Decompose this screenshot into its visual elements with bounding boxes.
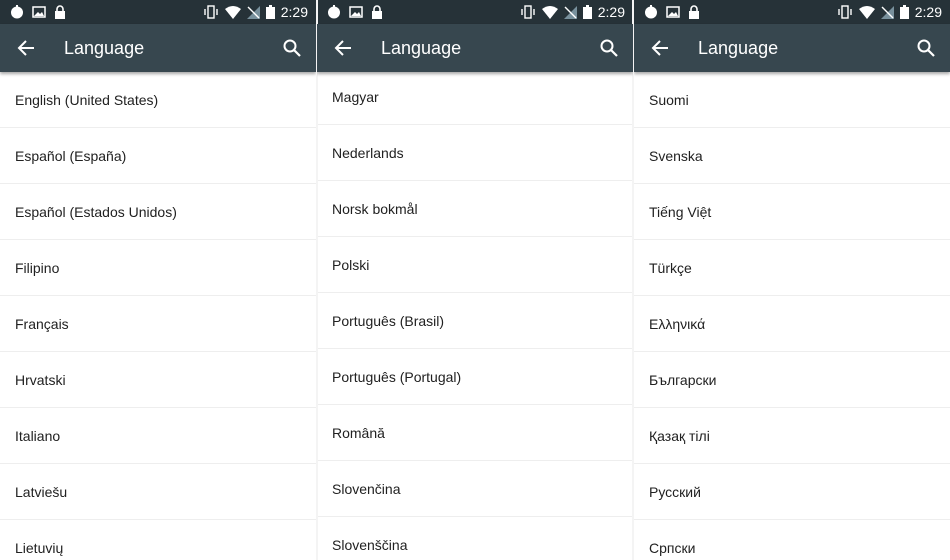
language-item[interactable]: Italiano <box>0 408 316 464</box>
back-button[interactable] <box>319 24 367 72</box>
language-panel-2: 2:29 Language Magyar Nederlands Norsk bo… <box>317 0 633 560</box>
language-item[interactable]: Қазақ тілі <box>634 408 950 464</box>
language-item[interactable]: English (United States) <box>0 72 316 128</box>
image-icon <box>349 5 363 19</box>
status-time: 2:29 <box>914 4 942 20</box>
language-item[interactable]: Norsk bokmål <box>317 181 633 237</box>
language-item[interactable]: Română <box>317 405 633 461</box>
language-list: English (United States) Español (España)… <box>0 72 316 560</box>
status-bar: 2:29 <box>0 0 316 24</box>
notification-blob-icon <box>10 5 24 19</box>
toolbar: Language <box>317 24 633 72</box>
toolbar: Language <box>634 24 950 72</box>
lock-icon <box>54 5 66 19</box>
page-title: Language <box>698 37 779 58</box>
language-item[interactable]: Ελληνικά <box>634 296 950 352</box>
page-title: Language <box>381 37 462 58</box>
language-item[interactable]: Български <box>634 352 950 408</box>
language-item[interactable]: Svenska <box>634 128 950 184</box>
battery-icon <box>899 5 909 19</box>
language-list: Suomi Svenska Tiếng Việt Türkçe Ελληνικά… <box>634 72 950 560</box>
panel-divider <box>316 0 318 560</box>
toolbar: Language <box>0 24 316 72</box>
language-item[interactable]: Lietuvių <box>0 520 316 560</box>
vibrate-icon <box>837 5 853 19</box>
battery-icon <box>265 5 275 19</box>
arrow-back-icon <box>17 40 34 56</box>
language-item[interactable]: Filipino <box>0 240 316 296</box>
search-icon <box>600 39 618 57</box>
language-panel-3: 2:29 Language Suomi Svenska Tiếng Việt T… <box>634 0 950 560</box>
lock-icon <box>371 5 383 19</box>
search-button[interactable] <box>902 24 950 72</box>
image-icon <box>32 5 46 19</box>
language-list: Magyar Nederlands Norsk bokmål Polski Po… <box>317 69 633 560</box>
status-time: 2:29 <box>597 4 625 20</box>
vibrate-icon <box>520 5 536 19</box>
wifi-icon <box>858 5 875 19</box>
language-item[interactable]: Hrvatski <box>0 352 316 408</box>
language-item[interactable]: Latviešu <box>0 464 316 520</box>
language-item[interactable]: Türkçe <box>634 240 950 296</box>
search-icon <box>283 39 301 57</box>
panel-divider <box>632 0 634 560</box>
language-item[interactable]: Polski <box>317 237 633 293</box>
status-bar: 2:29 <box>317 0 633 24</box>
search-button[interactable] <box>585 24 633 72</box>
no-sim-icon <box>880 5 894 19</box>
language-item[interactable]: Magyar <box>317 69 633 125</box>
language-item[interactable]: Tiếng Việt <box>634 184 950 240</box>
page-title: Language <box>64 37 145 58</box>
language-item[interactable]: Slovenčina <box>317 461 633 517</box>
image-icon <box>666 5 680 19</box>
lock-icon <box>688 5 700 19</box>
language-item[interactable]: Русский <box>634 464 950 520</box>
language-item[interactable]: Suomi <box>634 72 950 128</box>
language-item[interactable]: Español (Estados Unidos) <box>0 184 316 240</box>
language-item[interactable]: Nederlands <box>317 125 633 181</box>
arrow-back-icon <box>334 40 351 56</box>
battery-icon <box>582 5 592 19</box>
status-bar: 2:29 <box>634 0 950 24</box>
language-item[interactable]: Português (Brasil) <box>317 293 633 349</box>
language-item[interactable]: Français <box>0 296 316 352</box>
wifi-icon <box>541 5 558 19</box>
search-icon <box>917 39 935 57</box>
back-button[interactable] <box>636 24 684 72</box>
notification-blob-icon <box>644 5 658 19</box>
vibrate-icon <box>203 5 219 19</box>
language-item[interactable]: Српски <box>634 520 950 560</box>
notification-blob-icon <box>327 5 341 19</box>
language-item[interactable]: Slovenščina <box>317 517 633 560</box>
wifi-icon <box>224 5 241 19</box>
back-button[interactable] <box>2 24 50 72</box>
no-sim-icon <box>246 5 260 19</box>
no-sim-icon <box>563 5 577 19</box>
search-button[interactable] <box>268 24 316 72</box>
status-time: 2:29 <box>280 4 308 20</box>
arrow-back-icon <box>651 40 668 56</box>
language-item[interactable]: Português (Portugal) <box>317 349 633 405</box>
language-item[interactable]: Español (España) <box>0 128 316 184</box>
language-panel-1: 2:29 Language English (United States) Es… <box>0 0 316 560</box>
